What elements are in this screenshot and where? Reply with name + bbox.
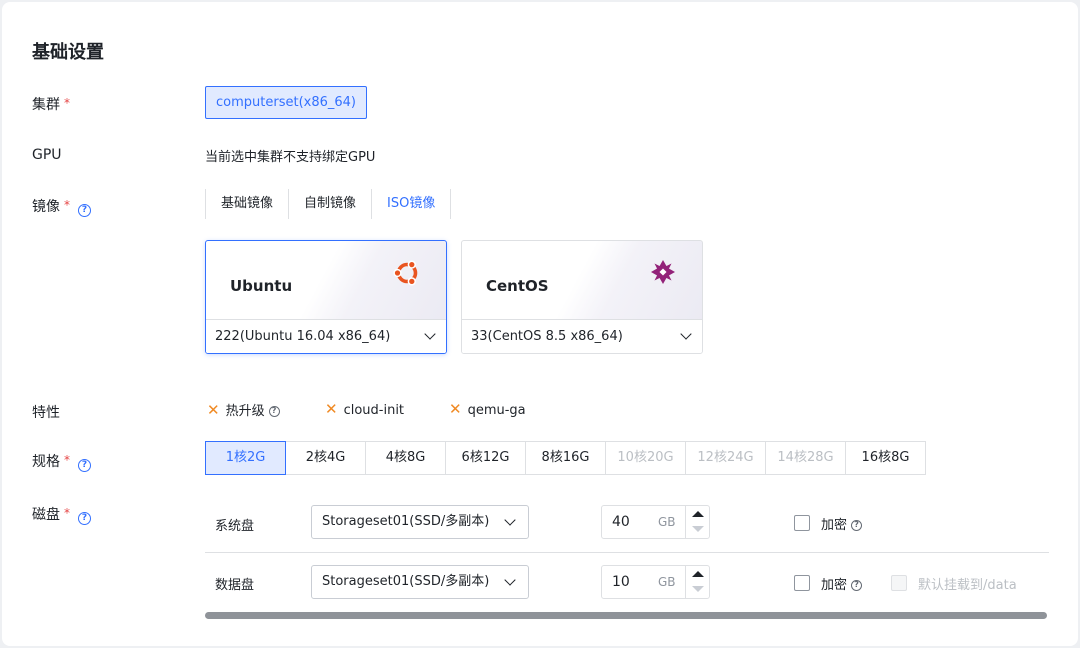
- storage-value: Storageset01(SSD/多副本): [322, 574, 490, 589]
- help-icon[interactable]: ?: [78, 459, 91, 472]
- basic-settings-panel: 基础设置 集群 * computerset(x86_64) GPU 当前选中集群不…: [2, 2, 1078, 646]
- decrement-icon[interactable]: [692, 586, 704, 592]
- size-value: 10: [612, 574, 630, 590]
- system-disk-storage-select[interactable]: Storageset01(SSD/多副本): [311, 505, 529, 539]
- increment-icon[interactable]: [692, 571, 704, 577]
- gpu-label: GPU: [32, 147, 62, 163]
- data-disk-label: 数据盘: [215, 578, 255, 593]
- cluster-label-text: 集群: [32, 97, 60, 113]
- chevron-down-icon: [504, 574, 516, 586]
- cross-icon: ✕: [325, 400, 338, 418]
- feature-hot-upgrade: ✕ 热升级?: [207, 400, 280, 419]
- os-version-value: 222(Ubuntu 16.04 x86_64): [215, 329, 391, 344]
- required-mark: *: [64, 506, 70, 520]
- data-disk-encrypt-checkbox[interactable]: [794, 575, 810, 591]
- required-mark: *: [64, 453, 70, 467]
- data-disk-size-input[interactable]: 10 GB: [601, 565, 710, 599]
- spec-option: 12核24G: [685, 441, 766, 475]
- cross-icon: ✕: [207, 401, 220, 419]
- os-version-select[interactable]: 33(CentOS 8.5 x86_64): [462, 319, 702, 353]
- chevron-down-icon: [680, 328, 692, 340]
- os-card-centos[interactable]: CentOS 33(CentOS 8.5 x86_64): [461, 240, 703, 354]
- os-name: Ubuntu: [230, 277, 293, 295]
- system-disk-size-input[interactable]: 40 GB: [601, 505, 710, 539]
- chevron-down-icon: [424, 328, 436, 340]
- os-card-ubuntu[interactable]: Ubuntu 222(Ubuntu 16.04 x86_64): [205, 240, 447, 354]
- required-mark: *: [64, 198, 70, 212]
- centos-logo-icon: [651, 260, 675, 284]
- system-disk-encrypt-label: 加密?: [821, 514, 863, 533]
- spec-option: 14核28G: [765, 441, 846, 475]
- gpu-info-text: 当前选中集群不支持绑定GPU: [205, 150, 376, 165]
- increment-icon[interactable]: [692, 511, 704, 517]
- cluster-label: 集群 *: [32, 94, 70, 114]
- help-icon[interactable]: ?: [268, 406, 280, 417]
- data-disk-encrypt-label: 加密?: [821, 574, 863, 593]
- horizontal-scrollbar[interactable]: [205, 612, 1047, 619]
- system-disk-label: 系统盘: [215, 519, 255, 534]
- spec-option[interactable]: 16核8G: [845, 441, 926, 475]
- size-value: 40: [612, 514, 630, 530]
- storage-value: Storageset01(SSD/多副本): [322, 514, 490, 529]
- os-version-select[interactable]: 222(Ubuntu 16.04 x86_64): [206, 319, 446, 353]
- spec-option[interactable]: 1核2G: [205, 441, 286, 475]
- default-mount-label: 默认挂载到/data: [918, 578, 1017, 593]
- cross-icon: ✕: [449, 400, 462, 418]
- size-unit: GB: [658, 575, 676, 589]
- help-icon[interactable]: ?: [78, 512, 91, 525]
- divider: [205, 552, 1049, 553]
- image-label-text: 镜像: [32, 199, 60, 215]
- image-label: 镜像 *?: [32, 196, 91, 217]
- feature-label: cloud-init: [343, 403, 405, 418]
- ubuntu-logo-icon: [393, 260, 418, 286]
- features-label: 特性: [32, 405, 60, 421]
- spec-option[interactable]: 4核8G: [365, 441, 446, 475]
- spec-option[interactable]: 6核12G: [445, 441, 526, 475]
- os-name: CentOS: [486, 277, 549, 295]
- tab-custom-image[interactable]: 自制镜像: [289, 189, 373, 219]
- size-stepper[interactable]: [685, 506, 709, 538]
- section-title: 基础设置: [32, 42, 104, 63]
- encrypt-label-text: 加密: [821, 578, 848, 593]
- image-type-tabs: 基础镜像 自制镜像 ISO镜像: [205, 189, 452, 219]
- size-stepper[interactable]: [685, 566, 709, 598]
- spec-label: 规格 *?: [32, 451, 91, 472]
- cluster-select-tag[interactable]: computerset(x86_64): [205, 86, 367, 119]
- required-mark: *: [64, 96, 70, 110]
- default-mount-checkbox: [891, 575, 907, 591]
- disk-label: 磁盘 *?: [32, 504, 91, 525]
- chevron-down-icon: [504, 514, 516, 526]
- feature-qemu-ga: ✕ qemu-ga: [449, 400, 526, 418]
- data-disk-storage-select[interactable]: Storageset01(SSD/多副本): [311, 565, 529, 599]
- feature-label: qemu-ga: [467, 403, 526, 418]
- feature-cloud-init: ✕ cloud-init: [325, 400, 404, 418]
- spec-option[interactable]: 8核16G: [525, 441, 606, 475]
- feature-label: 热升级: [225, 404, 265, 419]
- os-version-value: 33(CentOS 8.5 x86_64): [471, 329, 623, 344]
- size-unit: GB: [658, 515, 676, 529]
- spec-option: 10核20G: [605, 441, 686, 475]
- tab-base-image[interactable]: 基础镜像: [206, 189, 290, 219]
- help-icon[interactable]: ?: [851, 520, 863, 531]
- help-icon[interactable]: ?: [78, 204, 91, 217]
- system-disk-encrypt-checkbox[interactable]: [794, 515, 810, 531]
- help-icon[interactable]: ?: [851, 580, 863, 591]
- spec-options: 1核2G 2核4G 4核8G 6核12G 8核16G 10核20G 12核24G…: [205, 441, 926, 475]
- spec-option[interactable]: 2核4G: [285, 441, 366, 475]
- decrement-icon[interactable]: [692, 526, 704, 532]
- spec-label-text: 规格: [32, 454, 60, 470]
- disk-label-text: 磁盘: [32, 507, 60, 523]
- encrypt-label-text: 加密: [821, 518, 848, 533]
- tab-iso-image[interactable]: ISO镜像: [372, 189, 452, 219]
